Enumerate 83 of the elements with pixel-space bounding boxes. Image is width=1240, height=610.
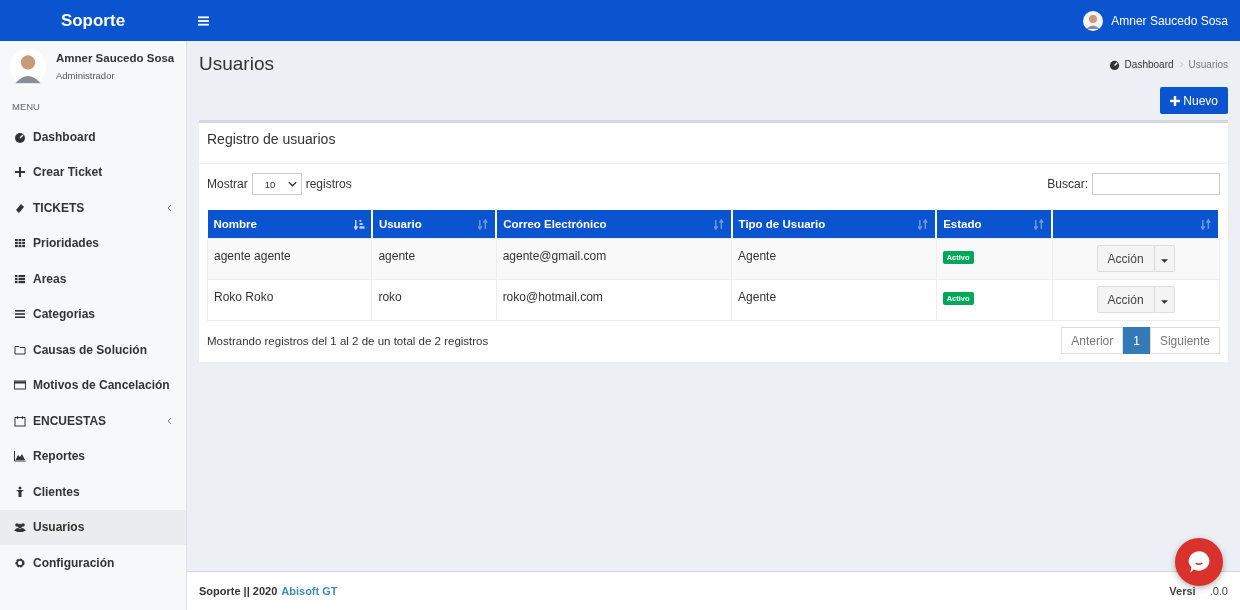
chart-icon [14,450,26,463]
sidebar-item[interactable]: Areas [0,261,186,297]
sidebar-item[interactable]: Crear Ticket [0,154,186,190]
sort-icon [1201,218,1212,230]
version-number: .0.0 [1209,585,1228,597]
sidebar-item[interactable]: Reportes [0,438,186,474]
gear-icon [14,556,26,569]
user-name[interactable]: Amner Saucedo Sosa [1111,13,1228,28]
card-icon [14,379,26,392]
sidebar-item[interactable]: Dashboard [0,119,186,155]
sidebar-item[interactable]: Configuración [0,545,186,581]
column-header[interactable]: Tipo de Usuario [731,210,937,239]
table-cell: roko [371,279,497,321]
version-text: Versi [1169,585,1196,597]
plus-icon [1170,95,1181,106]
person-icon [14,485,26,498]
sort-icon [1034,218,1046,230]
sidebar-item[interactable]: Motivos de Cancelación [0,367,186,403]
calendar-icon [14,414,26,427]
new-button[interactable]: Nuevo [1160,87,1228,114]
column-header[interactable]: Usuario [371,210,497,239]
table-cell: agente agente [207,238,372,280]
sort-icon [713,218,725,230]
sidebar-item[interactable]: TICKETS [0,190,186,226]
card-title: Registro de usuarios [199,129,1228,164]
table-cell: agente@gmail.com [496,238,732,280]
folder-icon [14,343,26,356]
chat-bubble-icon [1186,549,1212,575]
dropdown-toggle[interactable] [1154,286,1175,313]
action-button[interactable]: Acción [1096,245,1155,272]
table-cell: Roko Roko [207,279,372,321]
sidebar-item[interactable]: Categorias [0,296,186,332]
column-header[interactable]: Correo Electrónico [496,210,732,239]
sort-icon [353,218,365,230]
gauge-icon [1108,58,1120,70]
show-suffix: registros [305,177,352,191]
caret-icon [1160,299,1168,304]
brand-logo[interactable]: Soporte [0,10,186,31]
action-button[interactable]: Acción [1096,286,1155,313]
sidebar-item[interactable]: Clientes [0,474,186,510]
sidebar-item[interactable]: Causas de Solución [0,332,186,368]
ticket-icon [14,201,26,214]
bars-icon [14,308,26,321]
table-cell: agente [371,238,497,280]
table-cell: Agente [731,238,937,280]
show-label: Mostrar [207,177,248,191]
list-icon [14,272,26,285]
chevron-right-icon [1178,60,1184,68]
table-info: Mostrando registros del 1 al 2 de un total de 2 registros [207,334,489,347]
dropdown-toggle[interactable] [1154,245,1175,272]
chat-button[interactable] [1175,538,1223,586]
footer-text: Soporte || 2020 [199,585,278,597]
menu-icon[interactable] [198,15,209,26]
table-cell: roko@hotmail.com [496,279,732,321]
column-header[interactable]: Nombre [207,210,372,239]
avatar-icon [10,49,46,85]
user-role: Administrador [56,70,116,81]
search-label: Buscar: [1047,177,1088,191]
pagination-button[interactable]: 1 [1123,327,1150,354]
pagination-button[interactable]: Anterior [1061,327,1124,354]
sidebar-item[interactable]: ENCUESTAS [0,403,186,439]
users-icon [14,521,26,534]
sidebar-item[interactable]: Prioridades [0,225,186,261]
column-header[interactable]: Estado [936,210,1053,239]
menu-heading: MENU [11,100,41,114]
sort-icon [918,218,930,230]
chevron-down-icon [287,181,297,187]
page-title: Usuarios [199,53,274,75]
caret-icon [1160,258,1168,263]
grid-icon [14,237,26,250]
breadcrumb-link[interactable]: Dashboard [1124,58,1174,70]
plus-icon [14,166,26,179]
column-header[interactable] [1052,210,1219,239]
gauge-icon [14,130,26,143]
search-field[interactable] [1092,173,1220,195]
avatar-icon[interactable] [1083,10,1104,31]
pagination-button[interactable]: Siguiente [1149,327,1220,354]
company-link[interactable]: Abisoft GT [281,585,338,597]
page-size-select[interactable]: 10 [251,173,302,195]
table-cell: Agente [731,279,937,321]
sort-icon [478,218,490,230]
user-name: Amner Saucedo Sosa [56,52,175,64]
sidebar-item[interactable]: Usuarios [0,509,186,545]
